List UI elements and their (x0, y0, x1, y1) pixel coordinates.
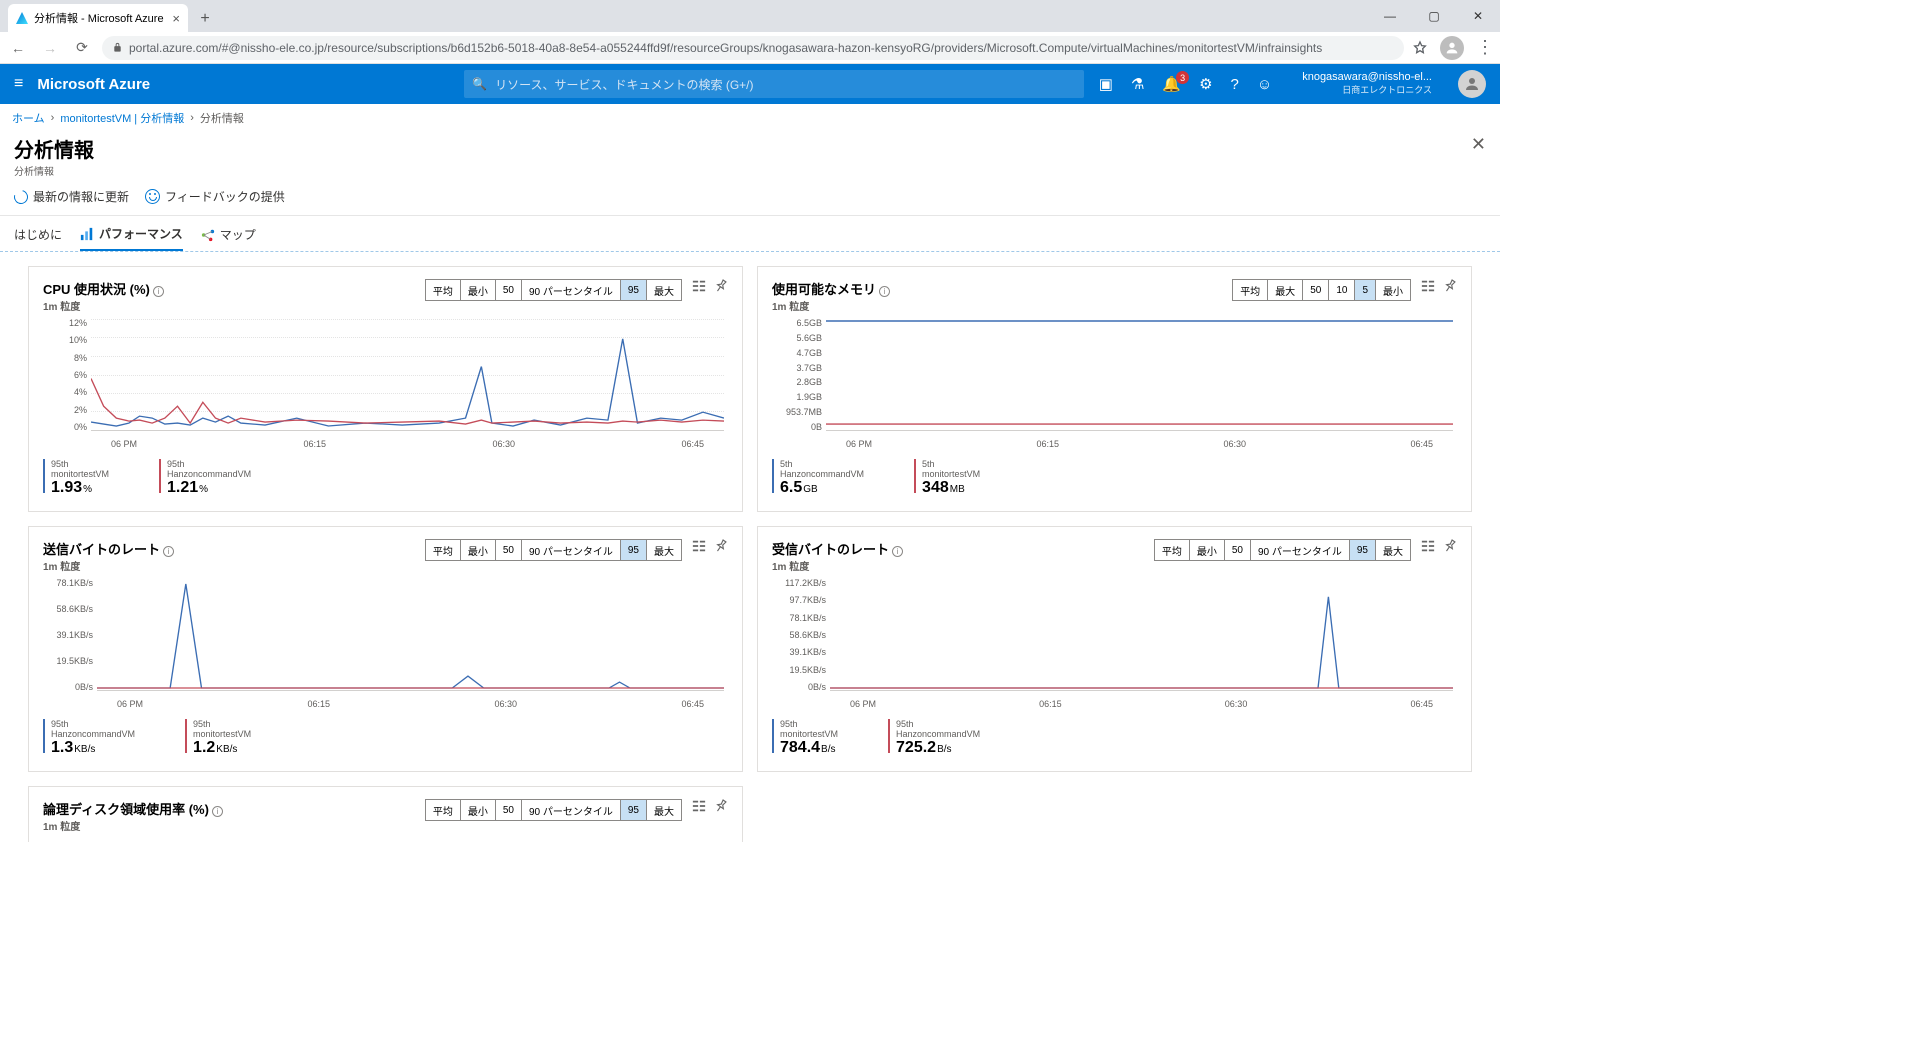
pin-icon[interactable] (1440, 536, 1459, 555)
feedback-face-icon[interactable]: ☺ (1257, 76, 1272, 93)
seg-min[interactable]: 最小 (461, 280, 496, 300)
pin-icon[interactable] (1440, 276, 1459, 295)
card-disk: 論理ディスク領域使用率 (%)i 1m 粒度 平均 最小 50 90 パーセンタ… (28, 786, 743, 842)
content-scroll[interactable]: CPU 使用状況 (%)i 1m 粒度 平均 最小 50 90 パーセンタイル … (0, 252, 1500, 842)
profile-avatar-icon[interactable] (1440, 36, 1464, 60)
user-avatar-icon[interactable] (1458, 70, 1486, 98)
azure-logo-icon (16, 12, 28, 24)
seg-90[interactable]: 90 パーセンタイル (522, 280, 621, 300)
seg-avg[interactable]: 平均 (426, 280, 461, 300)
view-grid-icon[interactable] (1421, 539, 1435, 553)
card-mem-title: 使用可能なメモリ (772, 282, 876, 297)
tab-title: 分析情報 - Microsoft Azure (34, 10, 164, 26)
feedback-button[interactable]: フィードバックの提供 (145, 188, 285, 205)
browser-tab[interactable]: 分析情報 - Microsoft Azure × (8, 4, 188, 32)
map-icon (201, 228, 215, 242)
card-cpu-sub: 1m 粒度 (43, 298, 425, 313)
performance-icon (80, 227, 94, 241)
tab-map[interactable]: マップ (201, 218, 256, 251)
seg-max[interactable]: 最大 (647, 280, 681, 300)
seg-50[interactable]: 50 (496, 280, 522, 300)
window-minimize-icon[interactable]: — (1368, 0, 1412, 32)
cpu-chart: 12%10%8%6%4%2%0% 06 PM06:1506:3006:45 (43, 319, 728, 449)
azure-header: ≡ Microsoft Azure 🔍 リソース、サービス、ドキュメントの検索 … (0, 64, 1500, 104)
browser-tab-strip: 分析情報 - Microsoft Azure × + — ▢ ✕ (0, 0, 1500, 32)
page-subtitle: 分析情報 (14, 163, 94, 178)
browser-menu-icon[interactable]: ⋮ (1476, 37, 1494, 58)
user-org: 日商エレクトロニクス (1342, 84, 1432, 97)
notifications-icon[interactable]: 🔔3 (1162, 75, 1181, 93)
cloud-shell-icon[interactable]: ▣ (1099, 75, 1113, 93)
tab-performance[interactable]: パフォーマンス (80, 218, 183, 251)
info-icon[interactable]: i (892, 546, 903, 557)
mem-chart: 6.5GB5.6GB4.7GB3.7GB2.8GB1.9GB953.7MB0B … (772, 319, 1457, 449)
pin-icon[interactable] (711, 796, 730, 815)
url-bar: ← → ⟳ portal.azure.com/#@nissho-ele.co.j… (0, 32, 1500, 64)
user-email: knogasawara@nissho-el... (1302, 71, 1432, 84)
close-blade-icon[interactable]: ✕ (1471, 134, 1486, 155)
user-account[interactable]: knogasawara@nissho-el... 日商エレクトロニクス (1302, 71, 1432, 97)
legend-item: 95thHanzoncommandVM1.21% (159, 459, 251, 497)
search-placeholder: リソース、サービス、ドキュメントの検索 (G+/) (495, 76, 753, 93)
card-memory: 使用可能なメモリi 1m 粒度 平均 最大 50 10 5 最小 6.5GB5.… (757, 266, 1472, 512)
info-icon[interactable]: i (153, 286, 164, 297)
tab-start[interactable]: はじめに (14, 218, 62, 251)
refresh-label: 最新の情報に更新 (33, 188, 129, 205)
view-grid-icon[interactable] (692, 539, 706, 553)
new-tab-button[interactable]: + (192, 6, 218, 32)
info-icon[interactable]: i (163, 546, 174, 557)
notification-badge: 3 (1176, 71, 1189, 84)
breadcrumb-current: 分析情報 (200, 110, 244, 126)
pin-icon[interactable] (711, 276, 730, 295)
pin-icon[interactable] (711, 536, 730, 555)
forward-button[interactable]: → (38, 36, 62, 60)
view-grid-icon[interactable] (1421, 279, 1435, 293)
view-grid-icon[interactable] (692, 799, 706, 813)
card-recv-bytes: 受信バイトのレートi 1m 粒度 平均 最小 50 90 パーセンタイル 95 … (757, 526, 1472, 772)
help-icon[interactable]: ? (1231, 76, 1239, 93)
refresh-button[interactable]: 最新の情報に更新 (14, 188, 129, 205)
azure-search-input[interactable]: 🔍 リソース、サービス、ドキュメントの検索 (G+/) (464, 70, 1084, 98)
window-close-icon[interactable]: ✕ (1456, 0, 1500, 32)
send-chart: 78.1KB/s58.6KB/s39.1KB/s19.5KB/s0B/s 06 … (43, 579, 728, 709)
url-input[interactable]: portal.azure.com/#@nissho-ele.co.jp/reso… (102, 36, 1404, 60)
azure-brand[interactable]: Microsoft Azure (37, 76, 150, 93)
legend-item: 95thmonitortestVM1.93% (43, 459, 109, 497)
info-icon[interactable]: i (879, 286, 890, 297)
mem-percentile-segment: 平均 最大 50 10 5 最小 (1232, 279, 1411, 301)
search-icon: 🔍 (472, 77, 487, 91)
filter-icon[interactable]: ⚗ (1131, 75, 1144, 93)
url-text: portal.azure.com/#@nissho-ele.co.jp/reso… (129, 41, 1322, 55)
cpu-yaxis: 12%10%8%6%4%2%0% (43, 319, 91, 431)
refresh-icon (11, 187, 30, 206)
bookmark-star-icon[interactable] (1412, 40, 1428, 56)
view-grid-icon[interactable] (692, 279, 706, 293)
breadcrumb: ホーム › monitortestVM | 分析情報 › 分析情報 (0, 104, 1500, 132)
card-cpu: CPU 使用状況 (%)i 1m 粒度 平均 最小 50 90 パーセンタイル … (28, 266, 743, 512)
recv-chart: 117.2KB/s97.7KB/s78.1KB/s58.6KB/s39.1KB/… (772, 579, 1457, 709)
window-maximize-icon[interactable]: ▢ (1412, 0, 1456, 32)
back-button[interactable]: ← (6, 36, 30, 60)
card-send-bytes: 送信バイトのレートi 1m 粒度 平均 最小 50 90 パーセンタイル 95 … (28, 526, 743, 772)
smile-icon (145, 189, 160, 204)
feedback-label: フィードバックの提供 (165, 188, 285, 205)
lock-icon (112, 42, 123, 53)
breadcrumb-vm[interactable]: monitortestVM | 分析情報 (60, 110, 184, 126)
reload-button[interactable]: ⟳ (70, 36, 94, 60)
cpu-percentile-segment: 平均 最小 50 90 パーセンタイル 95 最大 (425, 279, 682, 301)
seg-95[interactable]: 95 (621, 280, 647, 300)
breadcrumb-home[interactable]: ホーム (12, 110, 45, 126)
card-cpu-title: CPU 使用状況 (%) (43, 282, 150, 297)
tab-close-icon[interactable]: × (172, 11, 180, 26)
page-title: 分析情報 (14, 134, 94, 163)
settings-gear-icon[interactable]: ⚙ (1199, 75, 1212, 93)
info-icon[interactable]: i (212, 806, 223, 817)
nav-hamburger-icon[interactable]: ≡ (14, 75, 23, 93)
